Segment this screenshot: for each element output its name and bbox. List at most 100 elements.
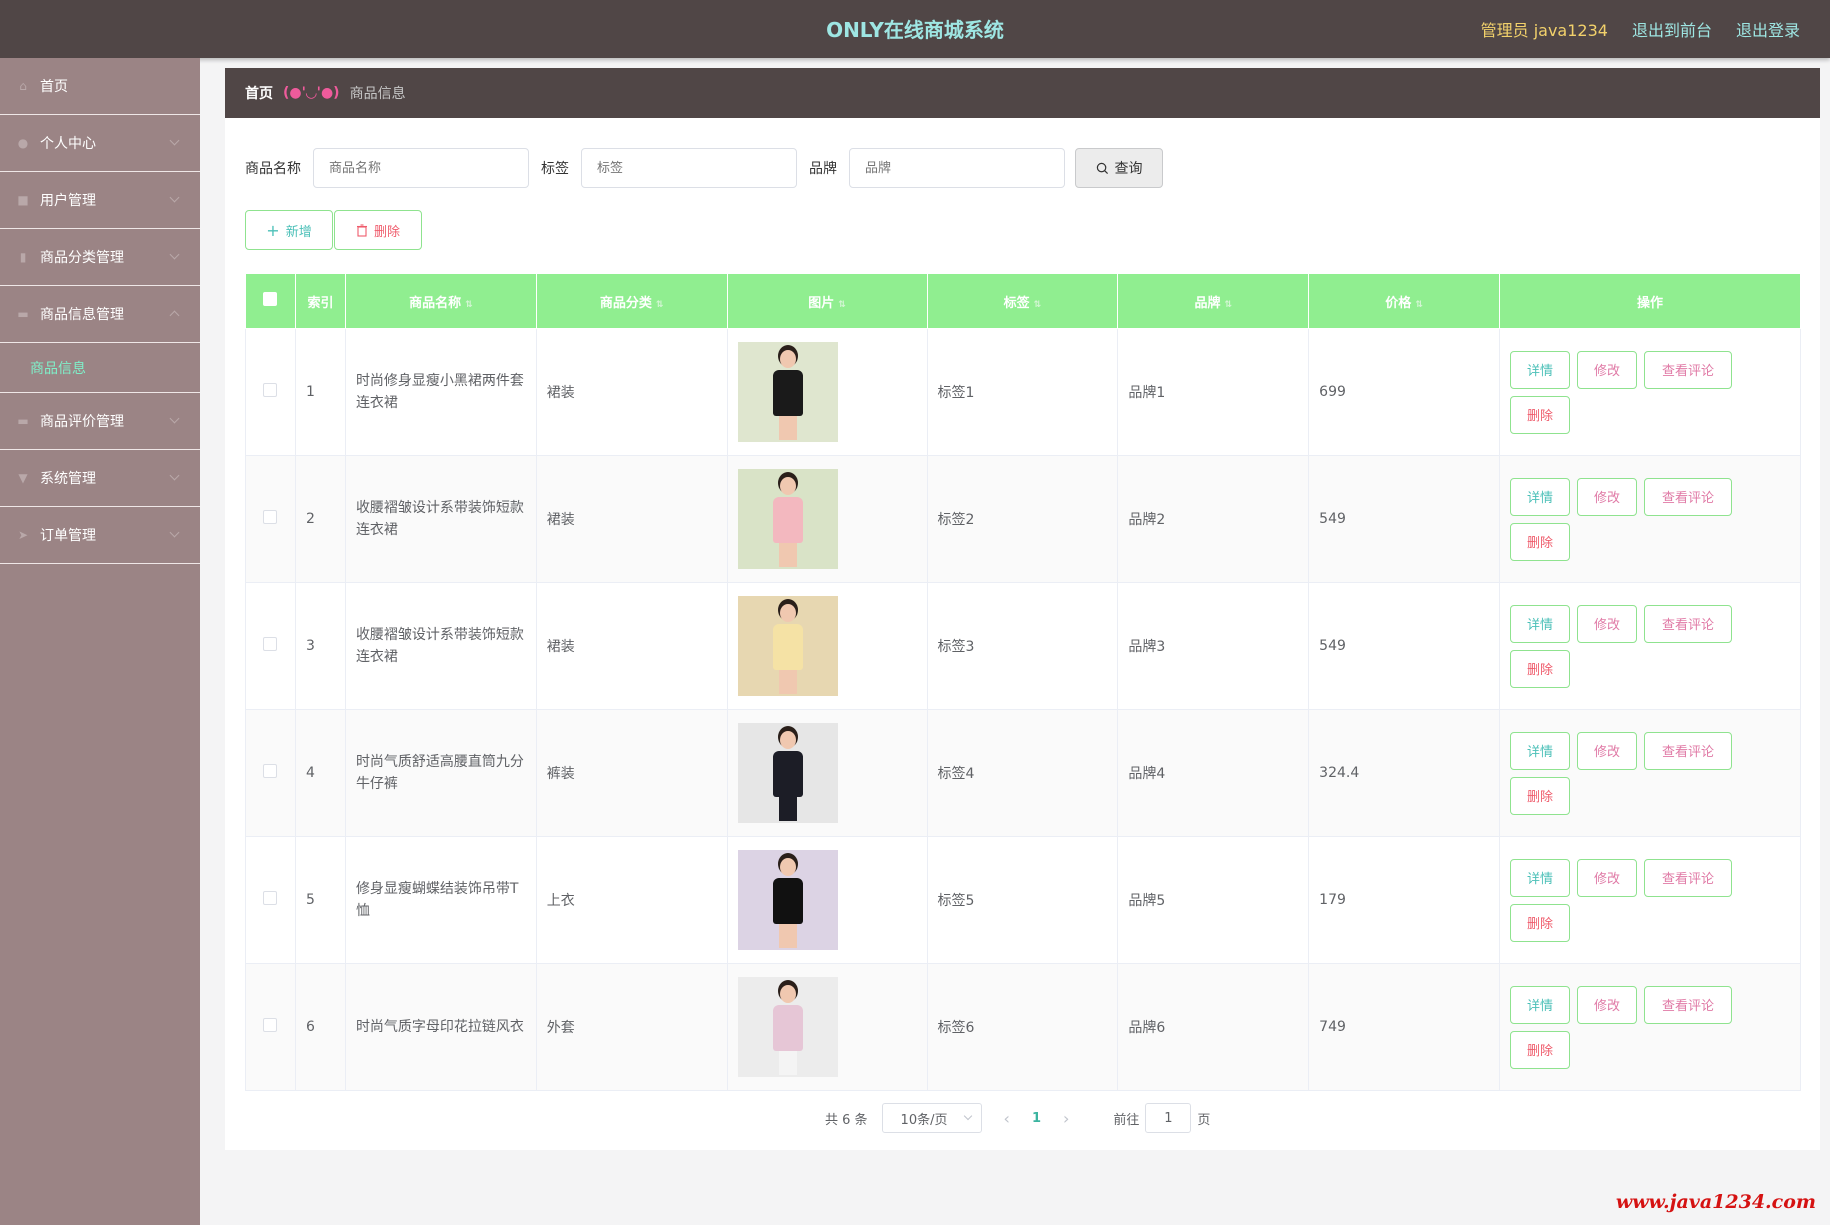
model-legs bbox=[778, 543, 797, 567]
search-form: 商品名称 标签 品牌 查询 bbox=[245, 148, 1163, 188]
detail-button[interactable]: 详情 bbox=[1510, 477, 1570, 516]
row-checkbox[interactable] bbox=[263, 510, 278, 524]
index-cell: 2 bbox=[294, 455, 346, 583]
delete-button[interactable]: 删除 bbox=[1510, 776, 1570, 815]
name-input[interactable] bbox=[313, 148, 529, 188]
sidebar-item-reviews[interactable]: ▬ 商品评价管理 bbox=[0, 393, 200, 450]
model-body bbox=[772, 497, 803, 543]
query-label: 查询 bbox=[1114, 161, 1143, 177]
tag-input[interactable] bbox=[581, 148, 797, 188]
product-image bbox=[737, 342, 838, 442]
edit-button[interactable]: 修改 bbox=[1577, 858, 1637, 897]
category-cell: 上衣 bbox=[535, 836, 728, 964]
brand-cell: 品牌3 bbox=[1117, 582, 1310, 710]
delete-button[interactable]: 删除 bbox=[1510, 522, 1570, 561]
sort-icon[interactable]: ⇅ bbox=[465, 300, 473, 310]
row-select-cell[interactable] bbox=[245, 836, 296, 964]
sidebar-item-orders[interactable]: ➤ 订单管理 bbox=[0, 507, 200, 564]
detail-button[interactable]: 详情 bbox=[1510, 731, 1570, 770]
view-reviews-button[interactable]: 查看评论 bbox=[1644, 985, 1732, 1024]
page-size-select[interactable]: 10条/页 bbox=[881, 1103, 982, 1133]
sort-icon[interactable]: ⇅ bbox=[838, 300, 846, 310]
goto-page-input[interactable]: 1 bbox=[1145, 1103, 1192, 1133]
page-number[interactable]: 1 bbox=[1032, 1111, 1041, 1126]
breadcrumb-home[interactable]: 首页 bbox=[245, 83, 273, 103]
sort-icon[interactable]: ⇅ bbox=[1034, 300, 1042, 310]
row-checkbox[interactable] bbox=[263, 637, 278, 651]
edit-button[interactable]: 修改 bbox=[1577, 731, 1637, 770]
row-select-cell[interactable] bbox=[245, 582, 296, 710]
select-all-cell[interactable] bbox=[245, 273, 296, 329]
breadcrumb: 首页 (●'◡'●) 商品信息 bbox=[225, 68, 1820, 118]
edit-button[interactable]: 修改 bbox=[1577, 985, 1637, 1024]
view-reviews-button[interactable]: 查看评论 bbox=[1644, 604, 1732, 643]
detail-button[interactable]: 详情 bbox=[1510, 985, 1570, 1024]
ops-cell: 详情 修改 查看评论 删除 bbox=[1499, 455, 1801, 583]
sidebar-item-system[interactable]: ▼ 系统管理 bbox=[0, 450, 200, 507]
brand-input[interactable] bbox=[849, 148, 1065, 188]
tag-cell: 标签4 bbox=[926, 709, 1119, 837]
sort-icon[interactable]: ⇅ bbox=[1415, 300, 1423, 310]
model-head bbox=[779, 604, 796, 622]
logout-link[interactable]: 退出登录 bbox=[1736, 17, 1800, 41]
sidebar-item-category[interactable]: ▮ 商品分类管理 bbox=[0, 229, 200, 286]
sort-icon[interactable]: ⇅ bbox=[1224, 300, 1232, 310]
sidebar-subitem-goods-info[interactable]: 商品信息 bbox=[0, 343, 200, 393]
query-button[interactable]: 查询 bbox=[1075, 148, 1163, 188]
next-page-button[interactable]: › bbox=[1063, 1109, 1069, 1128]
model-head bbox=[779, 858, 796, 876]
sidebar-item-goods[interactable]: ▬ 商品信息管理 bbox=[0, 286, 200, 343]
page-unit-label: 页 bbox=[1197, 1112, 1211, 1128]
row-checkbox[interactable] bbox=[263, 1018, 278, 1032]
select-all-checkbox[interactable] bbox=[263, 292, 278, 306]
users-icon: ■ bbox=[17, 193, 29, 207]
header-image[interactable]: 图片 ⇅ bbox=[726, 273, 928, 329]
user-icon: ● bbox=[17, 136, 29, 150]
row-select-cell[interactable] bbox=[245, 709, 296, 837]
category-icon: ▮ bbox=[19, 250, 27, 264]
detail-button[interactable]: 详情 bbox=[1510, 858, 1570, 897]
sidebar-item-profile[interactable]: ● 个人中心 bbox=[0, 115, 200, 172]
row-checkbox[interactable] bbox=[263, 891, 278, 905]
delete-button[interactable]: 删除 bbox=[1510, 649, 1570, 688]
model-body bbox=[772, 370, 803, 416]
edit-button[interactable]: 修改 bbox=[1577, 604, 1637, 643]
row-select-cell[interactable] bbox=[245, 328, 296, 456]
price-cell: 324.4 bbox=[1308, 709, 1500, 837]
row-select-cell[interactable] bbox=[245, 455, 296, 583]
table-row: 2 收腰褶皱设计系带装饰短款连衣裙 裙装 标签2 品牌2 549 详情 修改 查… bbox=[245, 455, 1801, 583]
row-select-cell[interactable] bbox=[245, 963, 296, 1091]
batch-delete-button[interactable]: 删除 bbox=[334, 210, 422, 250]
prev-page-button[interactable]: ‹ bbox=[1004, 1109, 1010, 1128]
sidebar-item-home[interactable]: ⌂ 首页 bbox=[0, 58, 200, 115]
edit-button[interactable]: 修改 bbox=[1577, 350, 1637, 389]
header-brand[interactable]: 品牌 ⇅ bbox=[1117, 273, 1310, 329]
to-front-link[interactable]: 退出到前台 bbox=[1632, 17, 1712, 41]
delete-button[interactable]: 删除 bbox=[1510, 395, 1570, 434]
row-checkbox[interactable] bbox=[263, 764, 278, 778]
header-price[interactable]: 价格 ⇅ bbox=[1308, 273, 1500, 329]
delete-button[interactable]: 删除 bbox=[1510, 1030, 1570, 1069]
view-reviews-button[interactable]: 查看评论 bbox=[1644, 350, 1732, 389]
sidebar-item-users[interactable]: ■ 用户管理 bbox=[0, 172, 200, 229]
header-name[interactable]: 商品名称 ⇅ bbox=[344, 273, 537, 329]
sidebar-item-label: 订单管理 bbox=[40, 528, 96, 544]
index-cell: 1 bbox=[294, 328, 346, 456]
header-category[interactable]: 商品分类 ⇅ bbox=[535, 273, 728, 329]
row-checkbox[interactable] bbox=[263, 383, 278, 397]
view-reviews-button[interactable]: 查看评论 bbox=[1644, 731, 1732, 770]
category-cell: 裤装 bbox=[535, 709, 728, 837]
view-reviews-button[interactable]: 查看评论 bbox=[1644, 477, 1732, 516]
tag-cell: 标签5 bbox=[926, 836, 1119, 964]
add-button[interactable]: + 新增 bbox=[245, 210, 333, 250]
view-reviews-button[interactable]: 查看评论 bbox=[1644, 858, 1732, 897]
delete-button[interactable]: 删除 bbox=[1510, 903, 1570, 942]
brand-cell: 品牌6 bbox=[1117, 963, 1310, 1091]
detail-button[interactable]: 详情 bbox=[1510, 350, 1570, 389]
sidebar-item-label: 商品分类管理 bbox=[40, 250, 124, 266]
detail-button[interactable]: 详情 bbox=[1510, 604, 1570, 643]
sort-icon[interactable]: ⇅ bbox=[656, 300, 664, 310]
header-tag[interactable]: 标签 ⇅ bbox=[926, 273, 1119, 329]
edit-button[interactable]: 修改 bbox=[1577, 477, 1637, 516]
tag-cell: 标签3 bbox=[926, 582, 1119, 710]
